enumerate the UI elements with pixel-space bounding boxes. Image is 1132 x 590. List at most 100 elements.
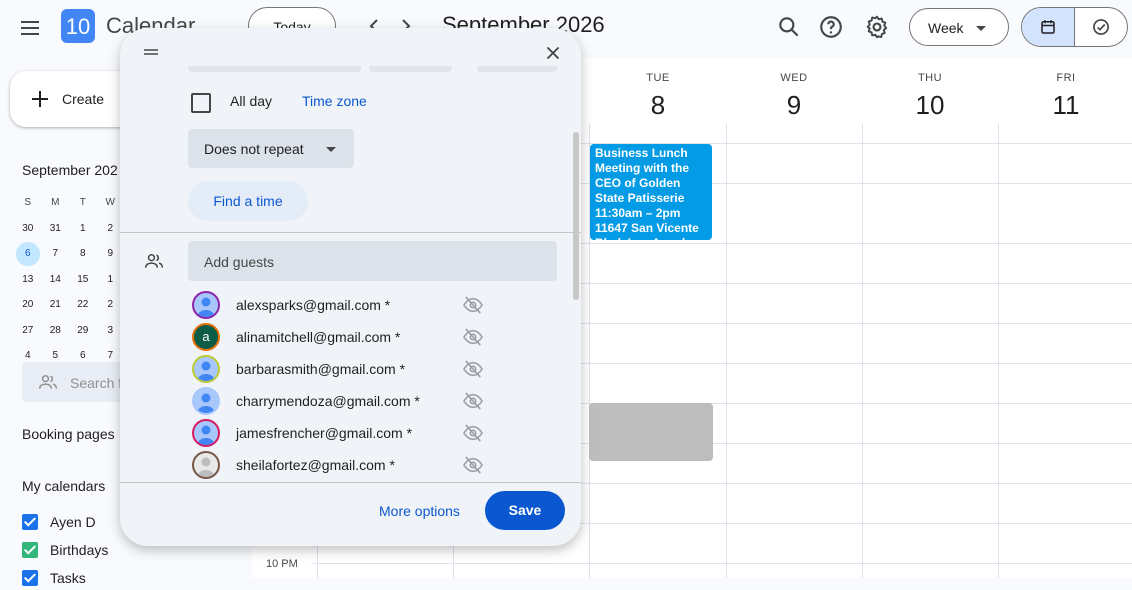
avatar: a xyxy=(192,323,220,351)
grid-column-line xyxy=(998,124,999,578)
close-icon[interactable] xyxy=(542,42,564,64)
eye-off-icon[interactable] xyxy=(462,424,484,442)
mini-day-selected[interactable]: 6 xyxy=(14,241,42,266)
day-header-thu[interactable]: THU 10 xyxy=(862,58,998,121)
calendar-item-tasks[interactable]: Tasks xyxy=(22,568,86,588)
calendar-item-label: Tasks xyxy=(50,570,86,586)
dialog-scrollbar[interactable] xyxy=(573,132,579,300)
help-icon[interactable] xyxy=(818,14,844,40)
add-guests-placeholder: Add guests xyxy=(204,254,275,270)
mini-calendar-month: September 202 xyxy=(22,162,118,178)
mini-day[interactable]: 13 xyxy=(14,274,42,285)
eye-off-icon[interactable] xyxy=(462,456,484,474)
divider xyxy=(120,482,581,483)
guest-row[interactable]: barbarasmith@gmail.com * xyxy=(192,355,492,383)
start-time-field[interactable] xyxy=(369,66,452,72)
time-label: 10 PM xyxy=(266,558,298,570)
calendar-item-label: Ayen D xyxy=(50,514,96,530)
mini-day[interactable]: 5 xyxy=(42,350,70,361)
drag-handle-icon[interactable] xyxy=(142,48,160,56)
day-header-tue[interactable]: TUE 8 xyxy=(590,58,726,121)
calendar-view-button[interactable] xyxy=(1022,8,1075,46)
main-menu-icon[interactable] xyxy=(18,16,42,40)
guest-email: charrymendoza@gmail.com * xyxy=(236,393,420,409)
my-calendars-heading[interactable]: My calendars xyxy=(22,478,105,494)
repeat-select-label: Does not repeat xyxy=(204,141,304,157)
mini-day[interactable]: 30 xyxy=(14,223,42,234)
guest-row[interactable]: sheilafortez@gmail.com * xyxy=(192,451,492,479)
mini-week: 13 14 15 1 xyxy=(14,267,124,293)
mini-day[interactable]: 4 xyxy=(14,350,42,361)
grid-column-line xyxy=(862,124,863,578)
add-guests-input[interactable]: Add guests xyxy=(188,241,557,281)
more-options-button[interactable]: More options xyxy=(379,503,460,519)
mini-calendar: S M T W 30 31 1 2 6 7 8 9 13 14 15 1 20 … xyxy=(14,190,124,369)
search-people-placeholder: Search f xyxy=(70,375,123,391)
checkbox-checked-icon[interactable] xyxy=(22,542,38,558)
search-icon[interactable] xyxy=(776,14,802,40)
search-people-input[interactable]: Search f xyxy=(22,362,132,402)
guest-row[interactable]: charrymendoza@gmail.com * xyxy=(192,387,492,415)
checkbox-checked-icon[interactable] xyxy=(22,514,38,530)
start-date-field[interactable] xyxy=(188,66,361,72)
mini-day[interactable]: 29 xyxy=(69,325,97,336)
day-header-wed[interactable]: WED 9 xyxy=(726,58,862,121)
eye-off-icon[interactable] xyxy=(462,392,484,410)
calendar-item-birthdays[interactable]: Birthdays xyxy=(22,540,108,560)
calendar-item-label: Birthdays xyxy=(50,542,109,558)
create-label: Create xyxy=(62,91,105,107)
day-of-week: WED xyxy=(780,72,808,84)
mini-week: 20 21 22 2 xyxy=(14,292,124,318)
mini-day[interactable]: 15 xyxy=(69,274,97,285)
eye-off-icon[interactable] xyxy=(462,296,484,314)
save-button[interactable]: Save xyxy=(485,491,565,530)
mini-day[interactable]: 20 xyxy=(14,299,42,310)
calendar-item-ayen[interactable]: Ayen D xyxy=(22,512,96,532)
tasks-view-button[interactable] xyxy=(1075,8,1127,46)
caret-down-icon xyxy=(976,26,986,31)
eye-off-icon[interactable] xyxy=(462,328,484,346)
event-location: 11647 San Vicente Blvd, Los Angeles xyxy=(595,221,699,240)
avatar xyxy=(192,419,220,447)
event-time: 11:30am – 2pm xyxy=(595,206,681,220)
gear-icon[interactable] xyxy=(864,14,890,40)
day-of-week: TUE xyxy=(646,72,670,84)
new-event-placeholder[interactable] xyxy=(589,403,713,461)
guest-email: alinamitchell@gmail.com * xyxy=(236,329,401,345)
booking-pages-heading[interactable]: Booking pages xyxy=(22,426,115,442)
day-number: 9 xyxy=(786,90,802,120)
guest-row[interactable]: a alinamitchell@gmail.com * xyxy=(192,323,492,351)
repeat-select[interactable]: Does not repeat xyxy=(188,129,354,168)
guest-row[interactable]: alexsparks@gmail.com * xyxy=(192,291,492,319)
mini-day[interactable]: 1 xyxy=(69,223,97,234)
time-zone-link[interactable]: Time zone xyxy=(302,93,367,109)
view-select[interactable]: Week xyxy=(909,8,1009,46)
mini-day[interactable]: 22 xyxy=(69,299,97,310)
guest-row[interactable]: jamesfrencher@gmail.com * xyxy=(192,419,492,447)
mini-day[interactable]: 7 xyxy=(42,248,70,259)
checkbox-checked-icon[interactable] xyxy=(22,570,38,586)
find-a-time-button[interactable]: Find a time xyxy=(188,181,308,221)
day-number: 11 xyxy=(1052,90,1080,120)
event-quick-dialog: All day Time zone Does not repeat Find a… xyxy=(120,28,581,546)
day-of-week: THU xyxy=(917,72,943,84)
calendar-icon xyxy=(1041,20,1055,34)
mini-weekdays: S M T W xyxy=(14,190,124,216)
mini-day[interactable]: 8 xyxy=(69,248,97,259)
avatar xyxy=(192,291,220,319)
day-header-fri[interactable]: FRI 11 xyxy=(998,58,1132,121)
end-time-field[interactable] xyxy=(477,66,557,72)
divider xyxy=(120,232,581,233)
mini-day[interactable]: 31 xyxy=(42,223,70,234)
mini-day[interactable]: 14 xyxy=(42,274,70,285)
eye-off-icon[interactable] xyxy=(462,360,484,378)
mini-day[interactable]: 21 xyxy=(42,299,70,310)
guest-email: jamesfrencher@gmail.com * xyxy=(236,425,413,441)
guests-icon xyxy=(144,252,164,270)
calendar-logo: 10 xyxy=(61,9,95,43)
mini-day[interactable]: 28 xyxy=(42,325,70,336)
mini-day[interactable]: 6 xyxy=(69,350,97,361)
calendar-event[interactable]: Business Lunch Meeting with the CEO of G… xyxy=(590,144,712,240)
all-day-checkbox[interactable] xyxy=(191,93,211,113)
mini-day[interactable]: 27 xyxy=(14,325,42,336)
